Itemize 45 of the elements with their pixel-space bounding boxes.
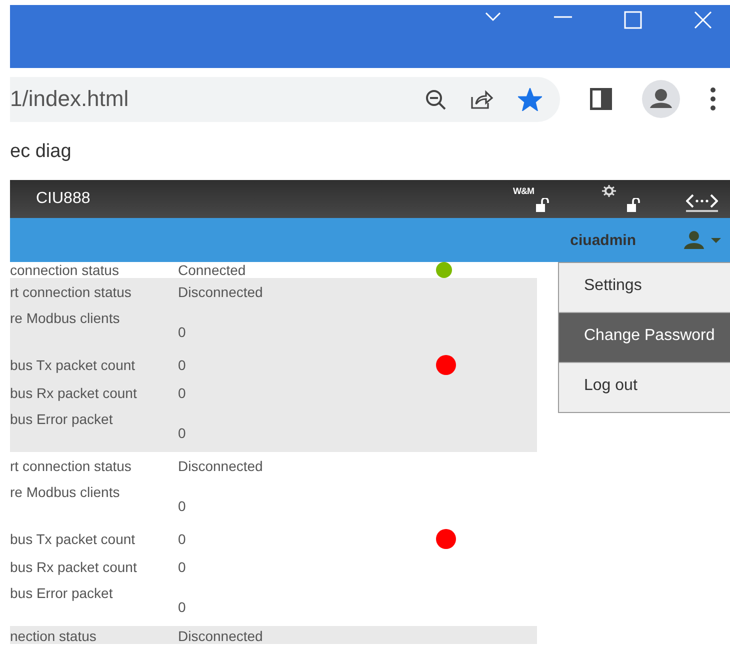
code-icon[interactable] xyxy=(686,194,718,212)
status-label: bus Rx packet count xyxy=(10,559,138,575)
avatar-icon[interactable] xyxy=(642,80,680,118)
address-bar[interactable]: 1/index.html xyxy=(10,76,560,122)
status-value: Disconnected xyxy=(178,458,264,474)
star-icon[interactable] xyxy=(518,88,542,110)
status-label: re Modbus clients xyxy=(10,309,121,328)
status-label: bus Error packet xyxy=(10,584,114,603)
status-value: 0 xyxy=(178,357,187,373)
unlocked-icon[interactable] xyxy=(627,198,640,212)
status-value: 0 xyxy=(178,323,187,342)
maximize-icon[interactable] xyxy=(624,11,642,29)
menu-icon[interactable] xyxy=(710,87,716,111)
status-label: re Modbus clients xyxy=(10,483,121,502)
status-value: 0 xyxy=(178,598,187,617)
badge-label: W&M xyxy=(513,186,534,196)
page-title: ec diag xyxy=(10,140,72,164)
status-label: bus Error packet xyxy=(10,410,114,429)
unlocked-icon[interactable] xyxy=(536,198,549,212)
status-value: Disconnected xyxy=(178,628,264,644)
status-label: connection status xyxy=(10,263,120,278)
status-value: 0 xyxy=(178,559,187,575)
status-label: nection status xyxy=(10,628,98,644)
app-title: CIU888 xyxy=(36,190,92,208)
status-value: 0 xyxy=(178,424,187,443)
side-panel-icon[interactable] xyxy=(590,88,612,110)
status-label: rt connection status xyxy=(10,284,132,300)
gear-icon[interactable] xyxy=(601,185,617,197)
user-menu-icon[interactable] xyxy=(684,230,722,250)
status-value: 0 xyxy=(178,531,187,547)
zoom-out-icon[interactable] xyxy=(425,88,446,110)
status-label: rt connection status xyxy=(10,458,132,474)
status-value: 0 xyxy=(178,385,187,401)
address-text: 1/index.html xyxy=(10,86,130,112)
menu-item[interactable]: Change Password xyxy=(559,313,730,363)
username[interactable]: ciuadmin xyxy=(570,232,636,248)
status-label: bus Tx packet count xyxy=(10,357,136,373)
status-value: Disconnected xyxy=(178,284,264,300)
status-value: 0 xyxy=(178,497,187,516)
status-value: Connected xyxy=(178,263,247,278)
share-icon[interactable] xyxy=(470,88,494,110)
status-label: bus Tx packet count xyxy=(10,531,136,547)
status-label: bus Rx packet count xyxy=(10,385,138,401)
chevron-down-icon[interactable] xyxy=(484,11,502,23)
close-icon[interactable] xyxy=(694,11,712,29)
